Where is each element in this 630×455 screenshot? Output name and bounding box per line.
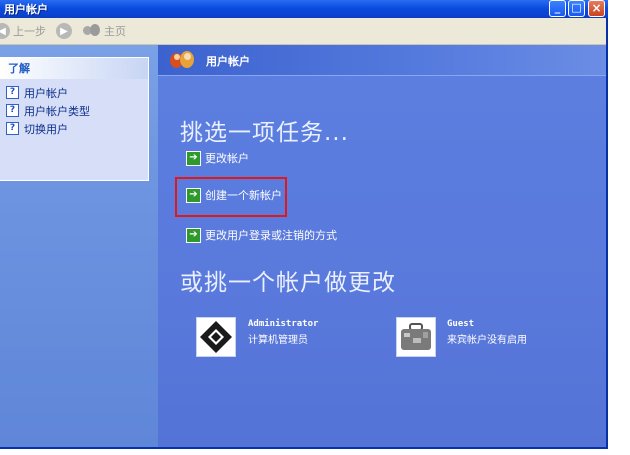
main-panel: 用户帐户 挑选一项任务... ➔ 更改帐户 ➔ 创建一个新帐户 ➔ 更改用户登录… <box>158 45 606 447</box>
administrator-picture-icon[interactable] <box>196 317 236 357</box>
back-label: 上一步 <box>13 25 46 38</box>
sidebar-item-account-types[interactable]: ? 用户帐户类型 <box>0 102 148 119</box>
account-desc-administrator: 计算机管理员 <box>248 335 308 346</box>
task-change-account[interactable]: ➔ 更改帐户 <box>186 150 249 166</box>
sidebar-item-switch-user[interactable]: ? 切换用户 <box>0 120 148 137</box>
help-icon: ? <box>6 122 19 135</box>
task-label: 更改帐户 <box>205 152 249 165</box>
main-header-title: 用户帐户 <box>206 55 250 68</box>
title-bar[interactable]: 用户帐户 _ □ × <box>0 0 608 18</box>
learn-panel: 了解 ? 用户帐户 ? 用户帐户类型 ? 切换用户 <box>0 57 149 181</box>
sidebar-item-user-accounts[interactable]: ? 用户帐户 <box>0 84 148 101</box>
learn-panel-title: 了解 <box>0 58 148 79</box>
sidebar-item-label: 切换用户 <box>24 122 68 136</box>
help-icon: ? <box>6 86 19 99</box>
task-change-logon[interactable]: ➔ 更改用户登录或注销的方式 <box>186 227 337 243</box>
toolbar: ◀ 上一步 ▶ 主页 <box>0 18 606 45</box>
back-button[interactable]: ◀ 上一步 <box>0 22 46 40</box>
sidebar: 了解 ? 用户帐户 ? 用户帐户类型 ? 切换用户 <box>0 45 158 447</box>
task-label: 更改用户登录或注销的方式 <box>205 229 337 242</box>
back-arrow-icon: ◀ <box>0 23 10 39</box>
home-button[interactable]: 主页 <box>83 22 126 40</box>
sidebar-item-label: 用户帐户 <box>24 86 68 100</box>
background-margin <box>608 0 630 455</box>
account-heading: 或挑一个帐户做更改 <box>180 270 396 296</box>
account-name-administrator[interactable]: Administrator <box>248 319 318 329</box>
arrow-right-icon: ➔ <box>186 150 201 166</box>
maximize-button[interactable]: □ <box>568 0 585 17</box>
user-accounts-icon <box>170 50 196 70</box>
user-accounts-window: 用户帐户 _ □ × ◀ 上一步 ▶ 主页 了解 ? 用户帐户 ? 用户帐户类型… <box>0 0 608 449</box>
forward-button[interactable]: ▶ <box>56 22 75 40</box>
minimize-button[interactable]: _ <box>549 0 566 17</box>
close-button[interactable]: × <box>588 0 605 17</box>
sidebar-item-label: 用户帐户类型 <box>24 104 90 118</box>
account-name-guest[interactable]: Guest <box>447 319 474 329</box>
window-title: 用户帐户 <box>4 3 48 16</box>
help-icon: ? <box>6 104 19 117</box>
account-desc-guest: 来宾帐户没有启用 <box>447 335 527 346</box>
main-header: 用户帐户 <box>158 45 606 76</box>
task-heading: 挑选一项任务... <box>180 120 349 146</box>
arrow-right-icon: ➔ <box>186 227 201 243</box>
highlight-box <box>175 177 287 217</box>
users-home-icon <box>83 24 101 38</box>
guest-briefcase-icon[interactable] <box>396 317 436 357</box>
forward-arrow-icon: ▶ <box>56 23 72 39</box>
home-label: 主页 <box>104 25 126 38</box>
